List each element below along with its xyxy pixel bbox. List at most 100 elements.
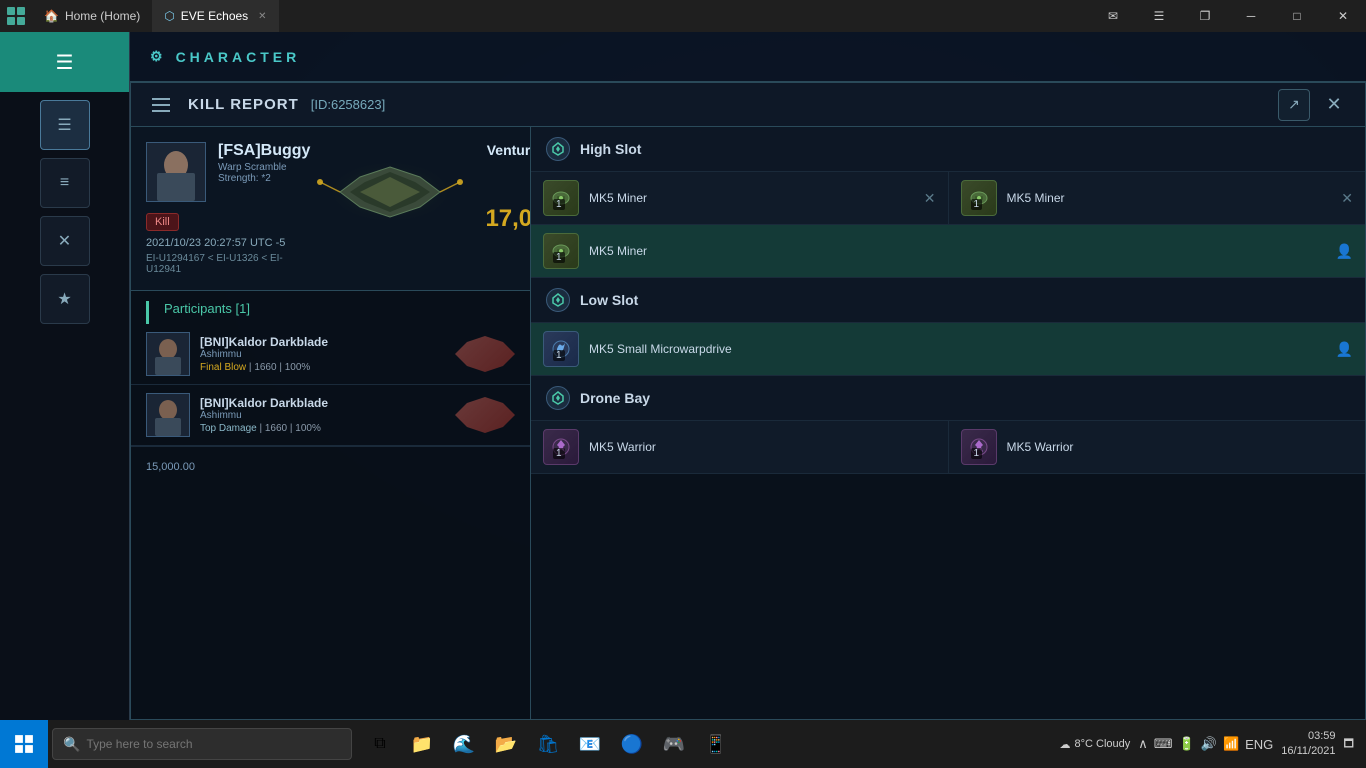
isk-value: 17,059,204 xyxy=(485,205,531,233)
taskbar-files[interactable]: 📂 xyxy=(486,724,526,764)
volume-icon[interactable]: 🔊 xyxy=(1201,736,1217,752)
high-slot-item-0-close[interactable]: ✕ xyxy=(924,190,936,207)
high-slot-item-1-close[interactable]: ✕ xyxy=(1341,190,1353,207)
modal-export-btn[interactable]: ↗ xyxy=(1278,89,1310,121)
low-slot-item-0-qty: 1 xyxy=(553,350,565,361)
tab-close-icon[interactable]: ✕ xyxy=(258,11,266,22)
participant-stats-0: Final Blow | 1660 | 100% xyxy=(200,362,445,373)
character-title: ⚙ CHARACTER xyxy=(150,48,300,65)
ship-display-area xyxy=(310,142,470,242)
taskbar-mail[interactable]: 📧 xyxy=(570,724,610,764)
sidebar-item-3[interactable]: ★ xyxy=(40,274,90,324)
drone-bay-item-1[interactable]: 1 MK5 Warrior xyxy=(949,421,1366,473)
minimize-btn[interactable]: ─ xyxy=(1228,0,1274,32)
drone-bay-items: 1 MK5 Warrior xyxy=(531,421,1365,473)
modal-close-btn[interactable]: ✕ xyxy=(1318,89,1350,121)
drone-bay-label: Drone Bay xyxy=(580,390,650,406)
modal-actions: ↗ ✕ xyxy=(1278,89,1350,121)
participant-stats-1: Top Damage | 1660 | 100% xyxy=(200,423,445,434)
high-slot-section: High Slot xyxy=(531,127,1365,278)
keyboard-icon[interactable]: ⌨ xyxy=(1154,736,1173,752)
start-button[interactable] xyxy=(0,720,48,768)
low-slot-item-0[interactable]: 1 MK5 Small Microwarpdrive 👤 xyxy=(531,323,1365,375)
drone-bay-item-1-name: MK5 Warrior xyxy=(1007,440,1354,454)
high-slot-item-0-icon xyxy=(543,180,579,216)
taskbar-edge[interactable]: 🌊 xyxy=(444,724,484,764)
participant-item-1[interactable]: [BNI]Kaldor Darkblade Ashimmu Top Damage… xyxy=(131,385,530,446)
tab-home[interactable]: 🏠 Home (Home) xyxy=(32,0,152,32)
victim-avatar-img xyxy=(147,143,205,201)
taskbar-app-2[interactable]: 🎮 xyxy=(654,724,694,764)
low-slot-item-0-name: MK5 Small Microwarpdrive xyxy=(589,342,1326,356)
high-slot-item-2[interactable]: 1 MK5 Miner 👤 xyxy=(531,225,1365,277)
high-slot-item-2-name: MK5 Miner xyxy=(589,244,1326,258)
left-sidebar: ☰ ☰ ≡ ✕ ★ xyxy=(0,32,130,720)
game-window: ☰ ☰ ≡ ✕ ★ ⚙ CHARACTER KILL REPOR xyxy=(0,32,1366,720)
low-slot-item-0-user-icon: 👤 xyxy=(1336,341,1353,358)
drone-bay-item-0[interactable]: 1 MK5 Warrior xyxy=(531,421,948,473)
mail-btn[interactable]: ✉ xyxy=(1090,0,1136,32)
taskbar-right: ☁ 8°C Cloudy ∧ ⌨ 🔋 🔊 📶 ENG 03:59 16/11/2… xyxy=(1060,729,1366,760)
low-slot-item-0-icon xyxy=(543,331,579,367)
weather-text: 8°C Cloudy xyxy=(1075,738,1131,750)
participants-header: Participants [1] xyxy=(146,301,530,324)
search-input[interactable] xyxy=(86,737,341,751)
taskbar-task-view[interactable]: ⧉ xyxy=(360,724,400,764)
high-slot-icon xyxy=(546,137,570,161)
clock[interactable]: 03:59 16/11/2021 xyxy=(1281,729,1335,760)
high-slot-label: High Slot xyxy=(580,141,641,157)
sidebar-menu-btn[interactable]: ☰ xyxy=(0,32,129,92)
maximize-btn[interactable]: □ xyxy=(1274,0,1320,32)
participant-corp-0: Ashimmu xyxy=(200,349,445,360)
drone-bay-item-0-name: MK5 Warrior xyxy=(589,440,936,454)
sidebar-item-0[interactable]: ☰ xyxy=(40,100,90,150)
chevron-up-icon[interactable]: ∧ xyxy=(1138,736,1148,752)
victim-details: [FSA]Buggy Warp Scramble Strength: *2 xyxy=(218,142,310,184)
low-slot-label: Low Slot xyxy=(580,292,638,308)
drone-bay-item-1-icon xyxy=(961,429,997,465)
window-controls: ✉ ☰ ❐ ─ □ ✕ xyxy=(1090,0,1366,32)
restore-btn[interactable]: ❐ xyxy=(1182,0,1228,32)
drone-bay-item-1-qty: 1 xyxy=(971,448,983,459)
left-panel: [FSA]Buggy Warp Scramble Strength: *2 Ki… xyxy=(131,127,531,719)
price-area: 15,000.00 xyxy=(131,446,530,485)
taskbar: 🔍 ⧉ 📁 🌊 📂 🛍 📧 🔵 🎮 📱 ☁ 8°C Cloudy ∧ ⌨ 🔋 🔊… xyxy=(0,720,1366,768)
right-panel[interactable]: High Slot xyxy=(531,127,1365,719)
taskbar-app-3[interactable]: 📱 xyxy=(696,724,736,764)
sidebar-item-1[interactable]: ≡ xyxy=(40,158,90,208)
participant-item-0[interactable]: [BNI]Kaldor Darkblade Ashimmu Final Blow… xyxy=(131,324,530,385)
battery-icon[interactable]: 🔋 xyxy=(1179,736,1195,752)
drone-bay-header: Drone Bay xyxy=(531,376,1365,421)
sidebar-item-2[interactable]: ✕ xyxy=(40,216,90,266)
victim-warp: Warp Scramble Strength: *2 xyxy=(218,162,310,184)
victim-top-row: [FSA]Buggy Warp Scramble Strength: *2 Ki… xyxy=(146,142,515,275)
notification-icon[interactable]: 🗖 xyxy=(1344,735,1354,754)
modal-menu-btn[interactable] xyxy=(146,90,176,120)
participant-info-0: [BNI]Kaldor Darkblade Ashimmu Final Blow… xyxy=(200,335,445,373)
sys-icons: ∧ ⌨ 🔋 🔊 📶 ENG xyxy=(1138,736,1273,752)
menu-btn[interactable]: ☰ xyxy=(1136,0,1182,32)
modal-content: [FSA]Buggy Warp Scramble Strength: *2 Ki… xyxy=(131,127,1365,719)
taskbar-app-1[interactable]: 📁 xyxy=(402,724,442,764)
network-icon[interactable]: 📶 xyxy=(1223,736,1239,752)
high-slot-item-0[interactable]: 1 MK5 Miner ✕ xyxy=(531,172,948,224)
victim-avatar xyxy=(146,142,206,202)
modal-title-id: [ID:6258623] xyxy=(311,97,385,112)
weather-display: ☁ 8°C Cloudy xyxy=(1060,738,1131,751)
taskbar-chrome[interactable]: 🔵 xyxy=(612,724,652,764)
participant-info-1: [BNI]Kaldor Darkblade Ashimmu Top Damage… xyxy=(200,396,445,434)
participant-avatar-1 xyxy=(146,393,190,437)
high-slot-item-1[interactable]: 1 MK5 Miner ✕ xyxy=(949,172,1366,224)
character-header: ⚙ CHARACTER xyxy=(130,32,1366,82)
high-slot-item-2-user-icon: 👤 xyxy=(1336,243,1353,260)
high-slot-items: 1 MK5 Miner ✕ xyxy=(531,172,1365,277)
drone-bay-item-0-qty: 1 xyxy=(553,448,565,459)
taskbar-store[interactable]: 🛍 xyxy=(528,724,568,764)
kill-report-modal: KILL REPORT [ID:6258623] ↗ ✕ xyxy=(130,82,1366,720)
tab-eve-echoes[interactable]: ⬡ EVE Echoes ✕ xyxy=(152,0,278,32)
participant-name-0: [BNI]Kaldor Darkblade xyxy=(200,335,445,349)
kill-datetime: 2021/10/23 20:27:57 UTC -5 xyxy=(146,237,310,249)
taskbar-search[interactable]: 🔍 xyxy=(52,728,352,760)
high-slot-item-2-icon xyxy=(543,233,579,269)
close-btn[interactable]: ✕ xyxy=(1320,0,1366,32)
